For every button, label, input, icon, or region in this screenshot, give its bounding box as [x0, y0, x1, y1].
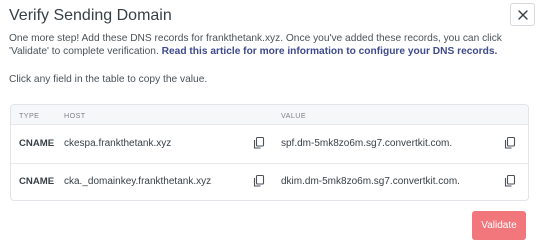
copy-icon[interactable]: [252, 136, 266, 150]
copy-icon[interactable]: [503, 136, 517, 150]
copy-hint: Click any field in the table to copy the…: [9, 74, 208, 85]
record-type[interactable]: CNAME: [19, 176, 54, 187]
close-icon: [518, 10, 528, 20]
header-value: VALUE: [281, 111, 307, 120]
dns-records-table: TYPE HOST VALUE CNAME ckespa.frankthetan…: [10, 104, 529, 201]
verify-domain-modal: Verify Sending Domain One more step! Add…: [0, 0, 540, 245]
copy-icon[interactable]: [503, 174, 517, 188]
modal-title: Verify Sending Domain: [9, 7, 172, 24]
record-host[interactable]: cka._domainkey.frankthetank.xyz: [64, 176, 211, 187]
table-row: CNAME cka._domainkey.frankthetank.xyz dk…: [11, 164, 528, 200]
header-host: HOST: [64, 111, 86, 120]
validate-button[interactable]: Validate: [472, 211, 526, 240]
record-value[interactable]: spf.dm-5mk8zo6m.sg7.convertkit.com.: [281, 138, 452, 149]
modal-description: One more step! Add these DNS records for…: [9, 32, 529, 58]
record-host[interactable]: ckespa.frankthetank.xyz: [64, 138, 171, 149]
table-header: TYPE HOST VALUE: [11, 105, 528, 125]
copy-icon[interactable]: [252, 174, 266, 188]
table-row: CNAME ckespa.frankthetank.xyz spf.dm-5mk…: [11, 126, 528, 164]
close-button[interactable]: [510, 3, 535, 26]
record-value[interactable]: dkim.dm-5mk8zo6m.sg7.convertkit.com.: [281, 176, 460, 187]
record-type[interactable]: CNAME: [19, 138, 54, 149]
dns-article-link[interactable]: Read this article for more information t…: [162, 46, 498, 57]
header-type: TYPE: [19, 111, 40, 120]
